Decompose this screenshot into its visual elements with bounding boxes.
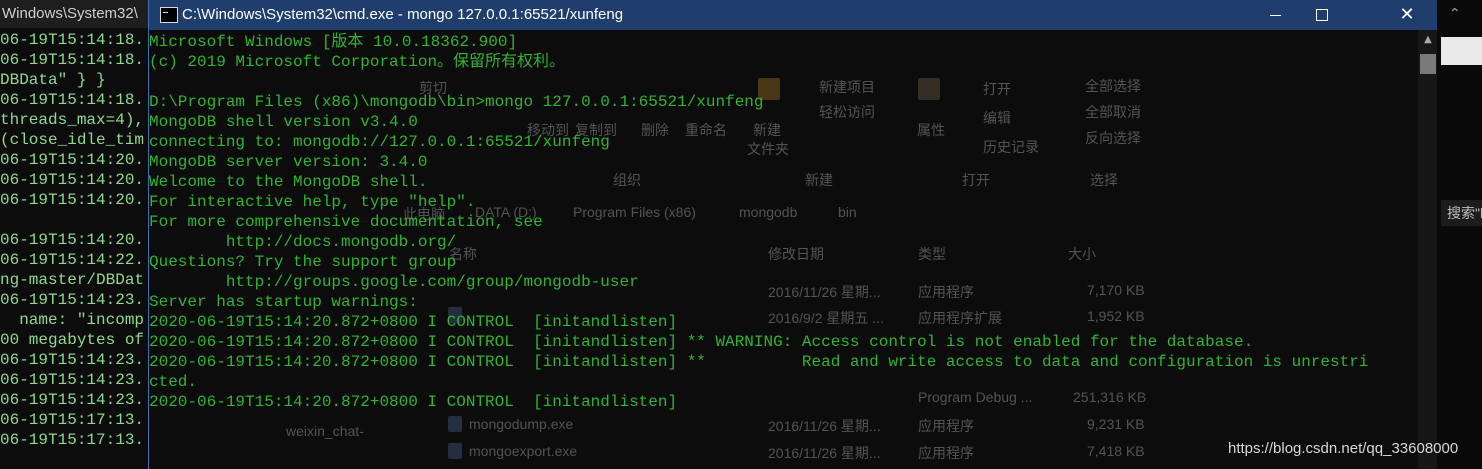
ghost-file-size: 9,231 KB [1087,416,1145,432]
console-line: cted. [149,373,198,391]
ghost-file-date: 2016/11/26 星期... [768,445,881,461]
background-window-title: Windows\System32\ [0,0,148,28]
minimize-icon [1270,15,1281,16]
background-console-line: name: "incomp [0,311,145,329]
background-console-line: 00 megabytes of [0,331,145,349]
maximize-button[interactable] [1298,0,1344,30]
ghost-file-type: 应用程序 [918,445,974,461]
explorer-search-text: 搜索"bin" [1447,205,1482,221]
cmd-window[interactable]: C:\Windows\System32\cmd.exe - mongo 127.… [148,0,1438,469]
ghost-file-name: mongodump.exe [469,416,574,432]
console-line: 2020-06-19T15:14:20.872+0800 I CONTROL [… [149,393,678,411]
console-line: (c) 2019 Microsoft Corporation。保留所有权利。 [149,53,566,71]
background-console-line: 06-19T15:14:22. [0,251,145,269]
console-line: Welcome to the MongoDB shell. [149,173,428,191]
console-line: 2020-06-19T15:14:20.872+0800 I CONTROL [… [149,313,678,331]
background-console-line [0,210,144,230]
console-line: Questions? Try the support group [149,253,457,271]
background-console-line: 06-19T15:14:23. [0,391,145,409]
background-console-line: 06-19T15:14:18. [0,51,145,69]
console-line: MongoDB server version: 3.4.0 [149,153,428,171]
background-console-line: 06-19T15:14:20. [0,231,145,249]
scroll-up-arrow-icon[interactable]: ▲ [1418,30,1438,50]
console-line: For more comprehensive documentation, se… [149,213,543,231]
background-console-line: (close_idle_tim [0,131,145,149]
cmd-app-icon[interactable] [160,7,178,23]
ghost-file-icon [448,443,462,459]
background-console-line: DBData" } } [0,71,106,89]
ghost-nav-item: weixin_chat- [286,423,364,439]
scroll-thumb[interactable] [1420,54,1436,74]
background-console-line: 06-19T15:14:18. [0,31,145,49]
console-line: Server has startup warnings: [149,293,418,311]
background-console-line: 06-19T15:14:23. [0,351,145,369]
title-bar[interactable]: C:\Windows\System32\cmd.exe - mongo 127.… [149,0,1438,30]
console-line: http://docs.mongodb.org/ [149,233,457,251]
console-line: connecting to: mongodb://127.0.0.1:65521… [149,133,610,151]
explorer-search-box: 搜索"bin" [1441,200,1482,226]
console-line: For interactive help, type "help". [149,193,476,211]
ghost-file-name: mongoexport.exe [469,443,578,459]
background-console-line: 06-19T15:14:23. [0,291,145,309]
ghost-file-icon [448,416,462,432]
background-console-line: ng-master/DBDat [0,271,145,289]
explorer-ribbon-edge [1441,37,1482,65]
background-console-line: 06-19T15:14:20. [0,171,145,189]
background-console-line: 06-19T15:17:13. [0,411,145,429]
console-line: 2020-06-19T15:14:20.872+0800 I CONTROL [… [149,333,1254,351]
background-console-output: 06-19T15:14:18. 06-19T15:14:18. DBData" } … [0,30,144,450]
background-console-line: threads_max=4), [0,111,145,129]
console-line: http://groups.google.com/group/mongodb-u… [149,273,639,291]
background-explorer-edge: ⌃ 搜索"bin" [1437,0,1482,469]
ghost-file-size: 7,418 KB [1087,443,1145,459]
ghost-file-date: 2016/11/26 星期... [768,418,881,434]
background-console-line: 06-19T15:14:20. [0,151,145,169]
watermark: https://blog.csdn.net/qq_33608000 [1228,440,1459,457]
console-line: 2020-06-19T15:14:20.872+0800 I CONTROL [… [149,353,1369,371]
background-console-line: 06-19T15:14:20. [0,191,145,209]
close-button[interactable]: ✕ [1384,0,1430,30]
console-line: D:\Program Files (x86)\mongodb\bin>mongo… [149,93,764,111]
background-console-line: 06-19T15:17:13. [0,431,145,449]
close-icon: ✕ [1399,4,1415,25]
console-output[interactable]: Microsoft Windows [版本 10.0.18362.900] (c)… [149,32,1368,412]
maximize-icon [1316,9,1328,21]
console-line: Microsoft Windows [版本 10.0.18362.900] [149,33,518,51]
console-line: MongoDB shell version v3.4.0 [149,113,418,131]
window-title: C:\Windows\System32\cmd.exe - mongo 127.… [182,6,624,23]
background-console-window: Windows\System32\ 06-19T15:14:18. 06-19T1… [0,0,148,469]
background-console-line: 06-19T15:14:23. [0,371,145,389]
background-console-line: 06-19T15:14:18. [0,91,145,109]
minimize-button[interactable] [1252,0,1298,30]
help-icon: ⌃ [1449,6,1461,22]
ghost-file-type: 应用程序 [918,418,974,434]
vertical-scrollbar[interactable]: ▲ [1418,30,1438,469]
